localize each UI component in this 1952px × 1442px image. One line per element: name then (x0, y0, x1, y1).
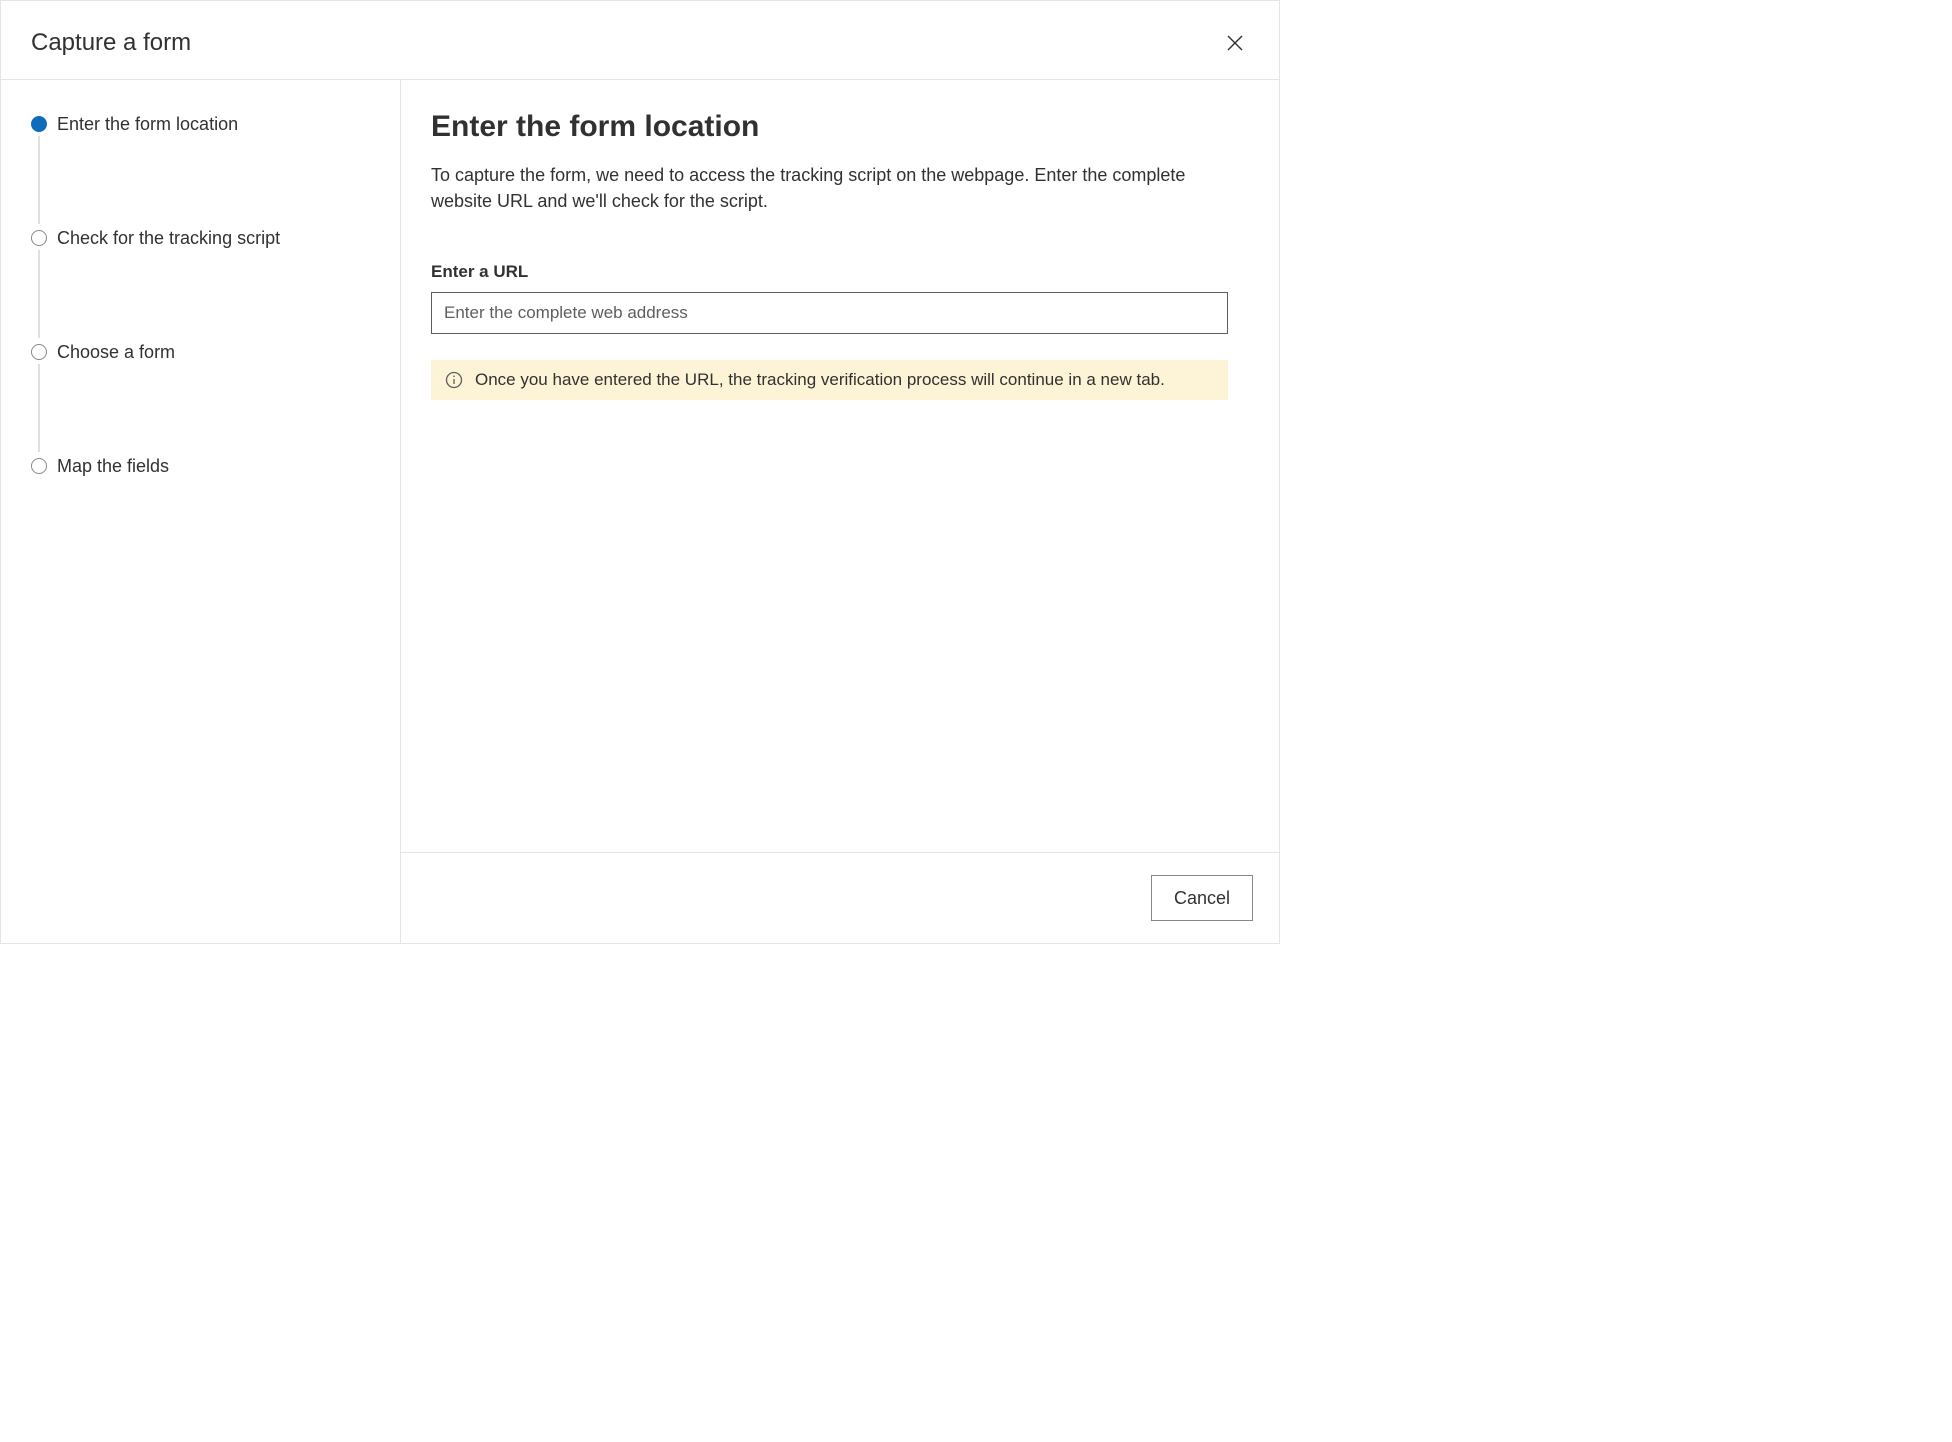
step-marker-icon (31, 458, 47, 474)
main-panel: Enter the form location To capture the f… (401, 80, 1279, 852)
step-marker-icon (31, 344, 47, 360)
modal-footer: Cancel (401, 852, 1279, 943)
step-choose-a-form[interactable]: Choose a form (31, 342, 370, 366)
step-marker-icon (31, 116, 47, 132)
url-field-label: Enter a URL (431, 262, 1249, 282)
step-label: Map the fields (57, 456, 169, 476)
step-connector (38, 250, 40, 338)
steps-list: Enter the form location Check for the tr… (31, 114, 370, 480)
step-marker-icon (31, 230, 47, 246)
step-label: Enter the form location (57, 114, 238, 134)
step-connector (38, 136, 40, 224)
step-connector (38, 364, 40, 452)
step-map-the-fields[interactable]: Map the fields (31, 456, 370, 480)
info-notice-text: Once you have entered the URL, the track… (475, 370, 1165, 390)
page-heading: Enter the form location (431, 110, 1249, 144)
modal-body: Enter the form location Check for the tr… (1, 80, 1279, 943)
url-input[interactable] (431, 292, 1228, 334)
step-label: Choose a form (57, 342, 175, 362)
modal-header: Capture a form (1, 1, 1279, 80)
main-and-footer: Enter the form location To capture the f… (401, 80, 1279, 943)
step-label: Check for the tracking script (57, 228, 280, 248)
info-notice: Once you have entered the URL, the track… (431, 360, 1228, 400)
step-enter-form-location[interactable]: Enter the form location (31, 114, 370, 138)
info-icon (445, 371, 463, 389)
close-button[interactable] (1221, 29, 1249, 57)
page-description: To capture the form, we need to access t… (431, 162, 1191, 214)
cancel-button[interactable]: Cancel (1151, 875, 1253, 921)
step-check-tracking-script[interactable]: Check for the tracking script (31, 228, 370, 252)
close-icon (1227, 39, 1243, 54)
modal-title: Capture a form (31, 29, 191, 57)
wizard-steps-sidebar: Enter the form location Check for the tr… (1, 80, 401, 943)
capture-form-modal: Capture a form Enter the form location (0, 0, 1280, 944)
